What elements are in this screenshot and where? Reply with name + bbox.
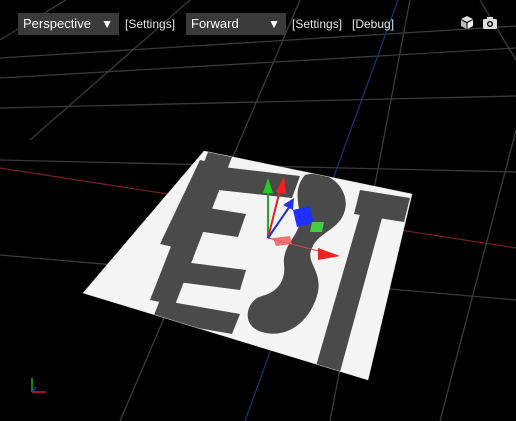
gizmo-plane-handle[interactable]: [310, 222, 324, 232]
chevron-down-icon: ▼: [268, 17, 280, 31]
camera-mode-label: Perspective: [23, 16, 91, 31]
debug-link[interactable]: [Debug]: [352, 13, 394, 35]
cube-icon[interactable]: [458, 14, 476, 32]
settings-link-2[interactable]: [Settings]: [292, 13, 342, 35]
settings-link-1[interactable]: [Settings]: [125, 13, 175, 35]
render-path-label: Forward: [191, 16, 239, 31]
render-path-dropdown[interactable]: Forward ▼: [186, 13, 286, 35]
viewport-toolbar: Perspective ▼ [Settings] Forward ▼ [Sett…: [0, 0, 516, 48]
camera-icon[interactable]: [481, 14, 499, 32]
camera-mode-dropdown[interactable]: Perspective ▼: [18, 13, 119, 35]
scene-viewport[interactable]: [0, 0, 516, 421]
chevron-down-icon: ▼: [101, 17, 113, 31]
